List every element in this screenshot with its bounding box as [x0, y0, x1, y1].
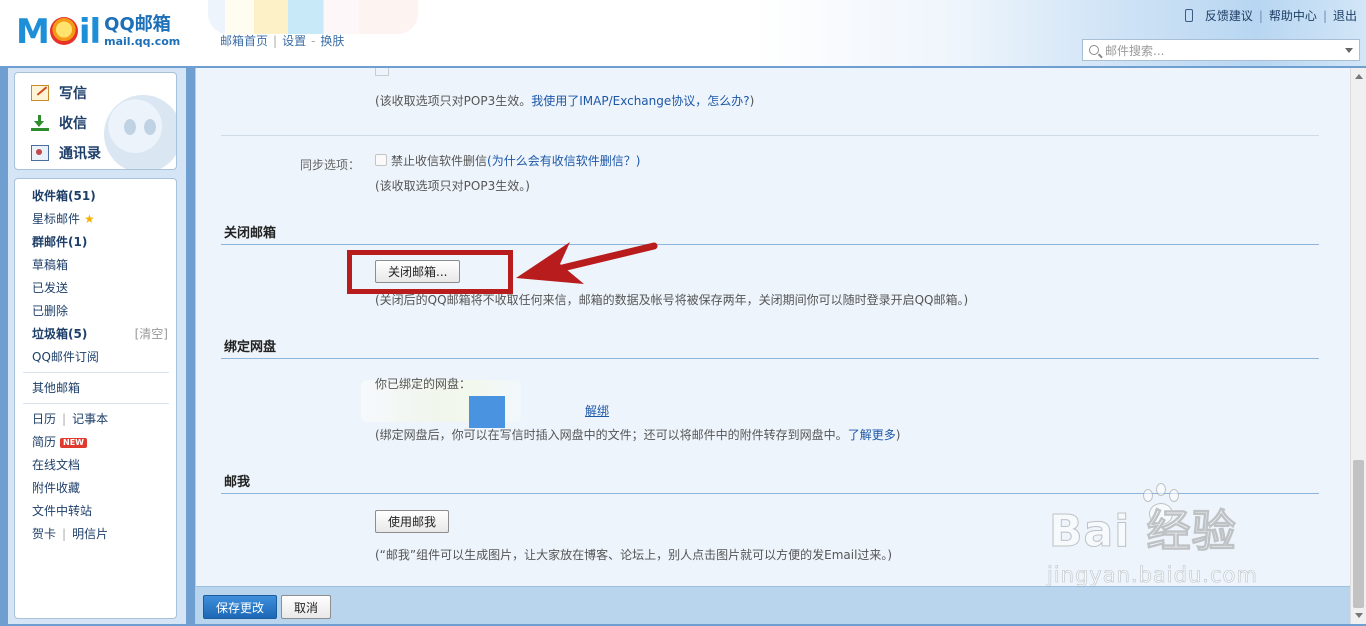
mail-home-link[interactable]: 邮箱首页	[220, 34, 268, 48]
postcard-link[interactable]: 明信片	[72, 527, 108, 541]
write-icon	[31, 85, 49, 101]
bind-disk-note: (绑定网盘后，你可以在写信时插入网盘中的文件；还可以将邮件中的附件转存到网盘中。…	[375, 428, 901, 442]
left-sidebar: 写信 收信 通讯录 收件箱(51) 星标邮件 ★ 群邮件(1) 草稿箱 已发送 已…	[8, 68, 186, 624]
sidebar-item-group[interactable]: 群邮件(1)	[32, 233, 87, 250]
scroll-up-icon[interactable]	[1355, 74, 1363, 79]
action-bar: 保存更改 取消	[196, 586, 1351, 624]
link-separator: -	[311, 34, 316, 48]
sidebar-item-cards: 贺卡 | 明信片	[32, 527, 109, 541]
save-changes-button[interactable]: 保存更改	[203, 595, 277, 619]
top-header: Mil QQ邮箱 mail.qq.com 邮箱首页 | 设置 - 换肤 反馈建议 | 帮…	[0, 0, 1366, 66]
logo-subtitle: mail.qq.com	[104, 35, 181, 48]
compose-label: 写信	[59, 86, 87, 102]
sidebar-item-calendar-notes: 日历 | 记事本	[32, 412, 109, 426]
logout-link[interactable]: 退出	[1333, 7, 1357, 24]
contacts-icon	[31, 145, 49, 161]
settings-content: (该收取选项只对POP3生效。我使用了IMAP/Exchange协议，怎么办?)…	[196, 68, 1351, 586]
unbind-link[interactable]: 解绑	[585, 402, 609, 419]
star-icon: ★	[84, 212, 95, 226]
divider	[23, 372, 169, 373]
sidebar-item-sent[interactable]: 已发送	[32, 279, 68, 296]
sidebar-item-attachments[interactable]: 附件收藏	[32, 479, 80, 496]
divider	[23, 403, 169, 404]
quick-actions-panel: 写信 收信 通讯录	[14, 72, 177, 170]
disk-icon	[469, 396, 505, 428]
link-separator: |	[1258, 8, 1263, 23]
contacts-button[interactable]: 通讯录	[31, 143, 101, 163]
compose-button[interactable]: 写信	[31, 83, 87, 103]
no-delete-checkbox[interactable]	[375, 154, 387, 166]
link-separator: |	[273, 34, 278, 48]
sidebar-item-spam[interactable]: 垃圾箱(5)	[32, 325, 87, 342]
pop3-note: (该收取选项只对POP3生效。我使用了IMAP/Exchange协议，怎么办?)	[375, 94, 755, 108]
change-skin-link[interactable]: 换肤	[320, 34, 344, 48]
sidebar-item-other-mailbox[interactable]: 其他邮箱	[32, 379, 80, 396]
contacts-label: 通讯录	[59, 146, 101, 162]
learn-more-link[interactable]: 了解更多	[848, 428, 896, 442]
highlight-box	[347, 250, 513, 294]
search-placeholder: 邮件搜索...	[1105, 43, 1165, 58]
logo-title: QQ邮箱	[104, 14, 171, 35]
close-mailbox-note: (关闭后的QQ邮箱将不收取任何来信，邮箱的数据及帐号将被保存两年，关闭期间你可以…	[375, 293, 969, 307]
divider	[221, 135, 1319, 136]
help-link[interactable]: 帮助中心	[1269, 7, 1317, 24]
vertical-scrollbar[interactable]	[1350, 68, 1366, 624]
new-badge: NEW	[60, 438, 87, 448]
sidebar-item-drafts[interactable]: 草稿箱	[32, 256, 68, 273]
close-mailbox-heading: 关闭邮箱	[224, 226, 277, 241]
notes-link[interactable]: 记事本	[72, 412, 108, 426]
mobile-icon[interactable]	[1184, 9, 1193, 22]
mail-search-input[interactable]: 邮件搜索...	[1082, 39, 1360, 61]
sidebar-item-inbox[interactable]: 收件箱(51)	[32, 187, 96, 204]
no-delete-label: 禁止收信软件删信	[391, 154, 488, 168]
sidebar-item-subscribe[interactable]: QQ邮件订阅	[32, 348, 99, 365]
red-arrow-annotation	[516, 242, 658, 284]
section-divider	[221, 493, 1319, 494]
why-delete-link[interactable]: (为什么会有收信软件删信？)	[487, 154, 640, 168]
sync-options-label: 同步选项：	[300, 158, 361, 172]
blurred-banner	[208, 0, 418, 34]
imap-help-link[interactable]: 我使用了IMAP/Exchange协议，怎么办?	[531, 94, 749, 108]
no-delete-option: 禁止收信软件删信(为什么会有收信软件删信？)	[391, 152, 640, 169]
settings-link[interactable]: 设置	[282, 34, 306, 48]
qq-mail-logo[interactable]: Mil QQ邮箱 mail.qq.com	[16, 14, 180, 50]
scroll-down-icon[interactable]	[1355, 613, 1363, 618]
use-mail-me-button[interactable]: 使用邮我	[375, 510, 450, 533]
checkbox[interactable]	[375, 68, 389, 76]
bound-disk-label: 你已绑定的网盘：	[375, 377, 472, 391]
mail-me-note: (“邮我”组件可以生成图片，让大家放在博客、论坛上，别人点击图片就可以方便的发E…	[375, 548, 893, 562]
section-divider	[221, 358, 1319, 359]
calendar-link[interactable]: 日历	[32, 412, 56, 426]
settings-main-panel: (该收取选项只对POP3生效。我使用了IMAP/Exchange协议，怎么办?)…	[195, 68, 1351, 624]
link-separator: |	[1322, 8, 1327, 23]
qq-penguin-decoration	[104, 95, 176, 169]
folder-list: 收件箱(51) 星标邮件 ★ 群邮件(1) 草稿箱 已发送 已删除 垃圾箱(5) …	[14, 178, 177, 619]
search-icon	[1089, 45, 1099, 55]
scrollbar-thumb[interactable]	[1353, 460, 1364, 608]
section-divider	[221, 244, 1319, 245]
top-links: 邮箱首页 | 设置 - 换肤	[220, 32, 344, 49]
receive-label: 收信	[59, 116, 87, 132]
top-right-links: 反馈建议 | 帮助中心 | 退出	[1184, 7, 1357, 24]
sidebar-item-file-transfer[interactable]: 文件中转站	[32, 502, 92, 519]
sidebar-item-docs[interactable]: 在线文档	[32, 456, 80, 473]
cancel-button[interactable]: 取消	[281, 595, 331, 619]
feedback-link[interactable]: 反馈建议	[1205, 7, 1253, 24]
logo-mark: Mil	[16, 12, 101, 52]
inbox-download-icon	[31, 115, 49, 131]
clear-spam-link[interactable]: [清空]	[135, 325, 168, 342]
bind-disk-heading: 绑定网盘	[224, 340, 277, 355]
pop3-note-2: (该收取选项只对POP3生效。)	[375, 179, 530, 193]
sidebar-item-deleted[interactable]: 已删除	[32, 302, 68, 319]
greeting-card-link[interactable]: 贺卡	[32, 527, 56, 541]
sidebar-item-resume[interactable]: 简历 NEW	[32, 433, 87, 450]
receive-button[interactable]: 收信	[31, 113, 87, 133]
sidebar-item-starred[interactable]: 星标邮件 ★	[32, 210, 95, 227]
mail-me-heading: 邮我	[224, 475, 251, 490]
chevron-down-icon[interactable]	[1345, 48, 1353, 53]
